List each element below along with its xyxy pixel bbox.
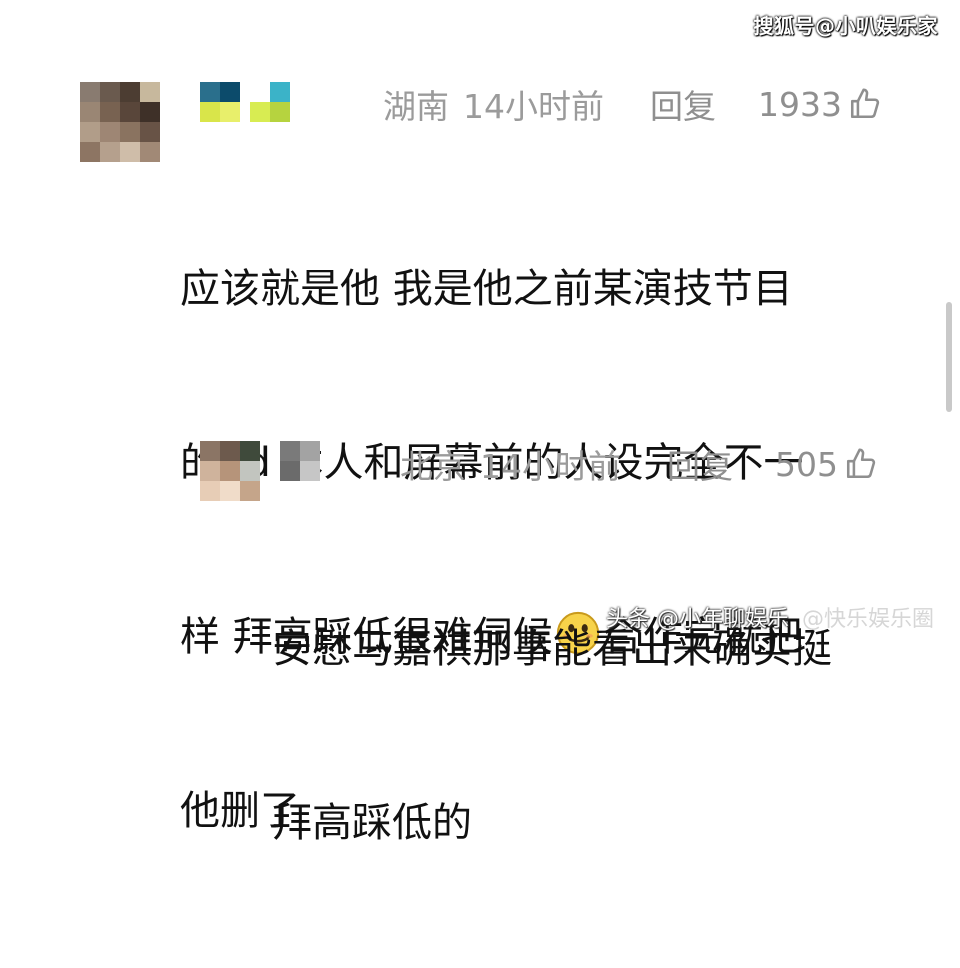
watermark-bottom-text: 头条 @小年聊娱乐 (605, 607, 789, 632)
username-obscured[interactable] (200, 82, 290, 122)
comment-line: 应该就是他 我是他之前某演技节目 (180, 266, 793, 312)
location-label: 湖南 (383, 87, 449, 126)
scrollbar[interactable] (946, 302, 952, 412)
location-label: 北京 (400, 447, 466, 486)
like-count: 505 (775, 444, 838, 484)
comment-meta: 北京 14小时前 回复 505 (400, 440, 878, 488)
time-label: 14小时前 (480, 447, 621, 486)
comment-text: 安慰马嘉祺那事能看出来确实挺 拜高踩低的 (272, 504, 912, 968)
comment-line: 拜高踩低的 (272, 800, 472, 846)
comment-meta: 湖南 14小时前 回复 1933 (383, 80, 882, 128)
watermark-top: 搜狐号@小叭娱乐家 (753, 14, 938, 38)
like-count: 1933 (758, 84, 842, 124)
reply-button[interactable]: 回复 (650, 80, 716, 128)
time-label: 14小时前 (463, 87, 604, 126)
avatar[interactable] (200, 441, 260, 501)
reply-button[interactable]: 回复 (667, 440, 733, 488)
watermark-bottom: 头条 @小年聊娱乐 @快乐娱乐圈 (606, 601, 934, 633)
watermark-bottom-ghost: @快乐娱乐圈 (801, 607, 934, 632)
thumbs-up-icon[interactable] (848, 87, 882, 121)
thumbs-up-icon[interactable] (844, 447, 878, 481)
avatar[interactable] (80, 82, 160, 162)
username-obscured[interactable] (280, 441, 320, 481)
